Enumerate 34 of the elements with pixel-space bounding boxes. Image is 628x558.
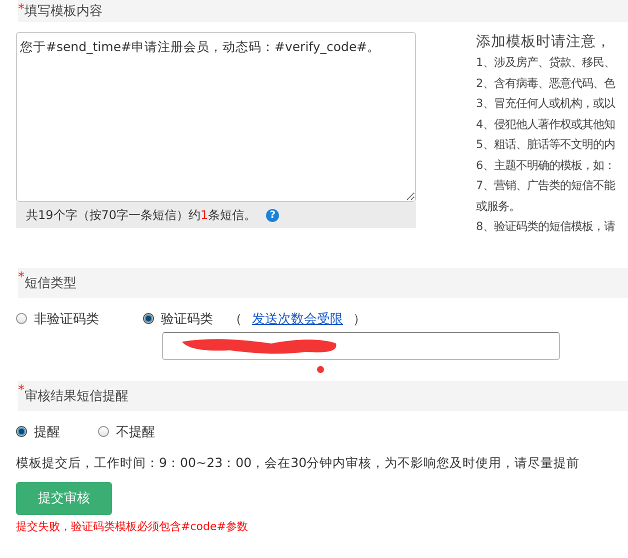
notes-title: 添加模板时请注意， (476, 33, 612, 51)
input-field[interactable] (162, 332, 560, 360)
note-text: 3、冒充任何人或机构，或以 (476, 96, 616, 112)
note-text: 或服务。 (476, 198, 521, 214)
note-text: 5、粗话、脏话等不文明的内 (476, 137, 616, 153)
section-title: 审核结果短信提醒 (24, 388, 128, 404)
note-text: 1、涉及房产、贷款、移民、 (476, 55, 616, 71)
error-message: 提交失败，验证码类模板必须包含#code#参数 (16, 518, 249, 534)
note-text: 6、主题不明确的模板，如： (476, 158, 616, 174)
help-icon[interactable]: ? (266, 208, 280, 222)
radio-icon[interactable] (16, 313, 27, 324)
note-text: 4、侵犯他人著作权或其他知 (476, 116, 616, 132)
radio-option[interactable]: 不提醒 (98, 422, 155, 440)
radio-icon[interactable] (98, 426, 109, 437)
count-text: 共19个字（按70字一条短信）约1条短信。 (26, 206, 256, 224)
required-mark: * (18, 382, 24, 398)
section-title: 填写模板内容 (24, 3, 102, 20)
notice-text: 模板提交后，工作时间：9：00~23：00，会在30分钟内审核，为不影响您及时使用，请尽量提前 (16, 454, 581, 472)
paren-text: （ (229, 310, 242, 328)
paren-text: ） (353, 310, 366, 328)
required-mark: * (18, 270, 24, 284)
limit-link[interactable]: 发送次数会受限 (252, 310, 343, 328)
required-mark: * (18, 2, 24, 17)
template-textarea[interactable]: 您于#send_time#申请注册会员，动态码：#verify_code#。 (16, 32, 416, 202)
note-text: 2、含有病毒、恶意代码、色 (476, 76, 616, 92)
section-title: 短信类型 (24, 274, 76, 292)
note-text: 7、营销、广告类的短信不能 (476, 178, 616, 194)
dot-mark (317, 366, 324, 372)
radio-option[interactable]: 非验证码类 (16, 310, 99, 328)
radio-icon[interactable] (143, 313, 154, 324)
note-text: 8、验证码类的短信模板，请 (476, 219, 616, 235)
radio-icon[interactable] (16, 426, 27, 437)
radio-option[interactable]: 验证码类 (143, 310, 213, 328)
radio-option[interactable]: 提醒 (16, 422, 60, 440)
